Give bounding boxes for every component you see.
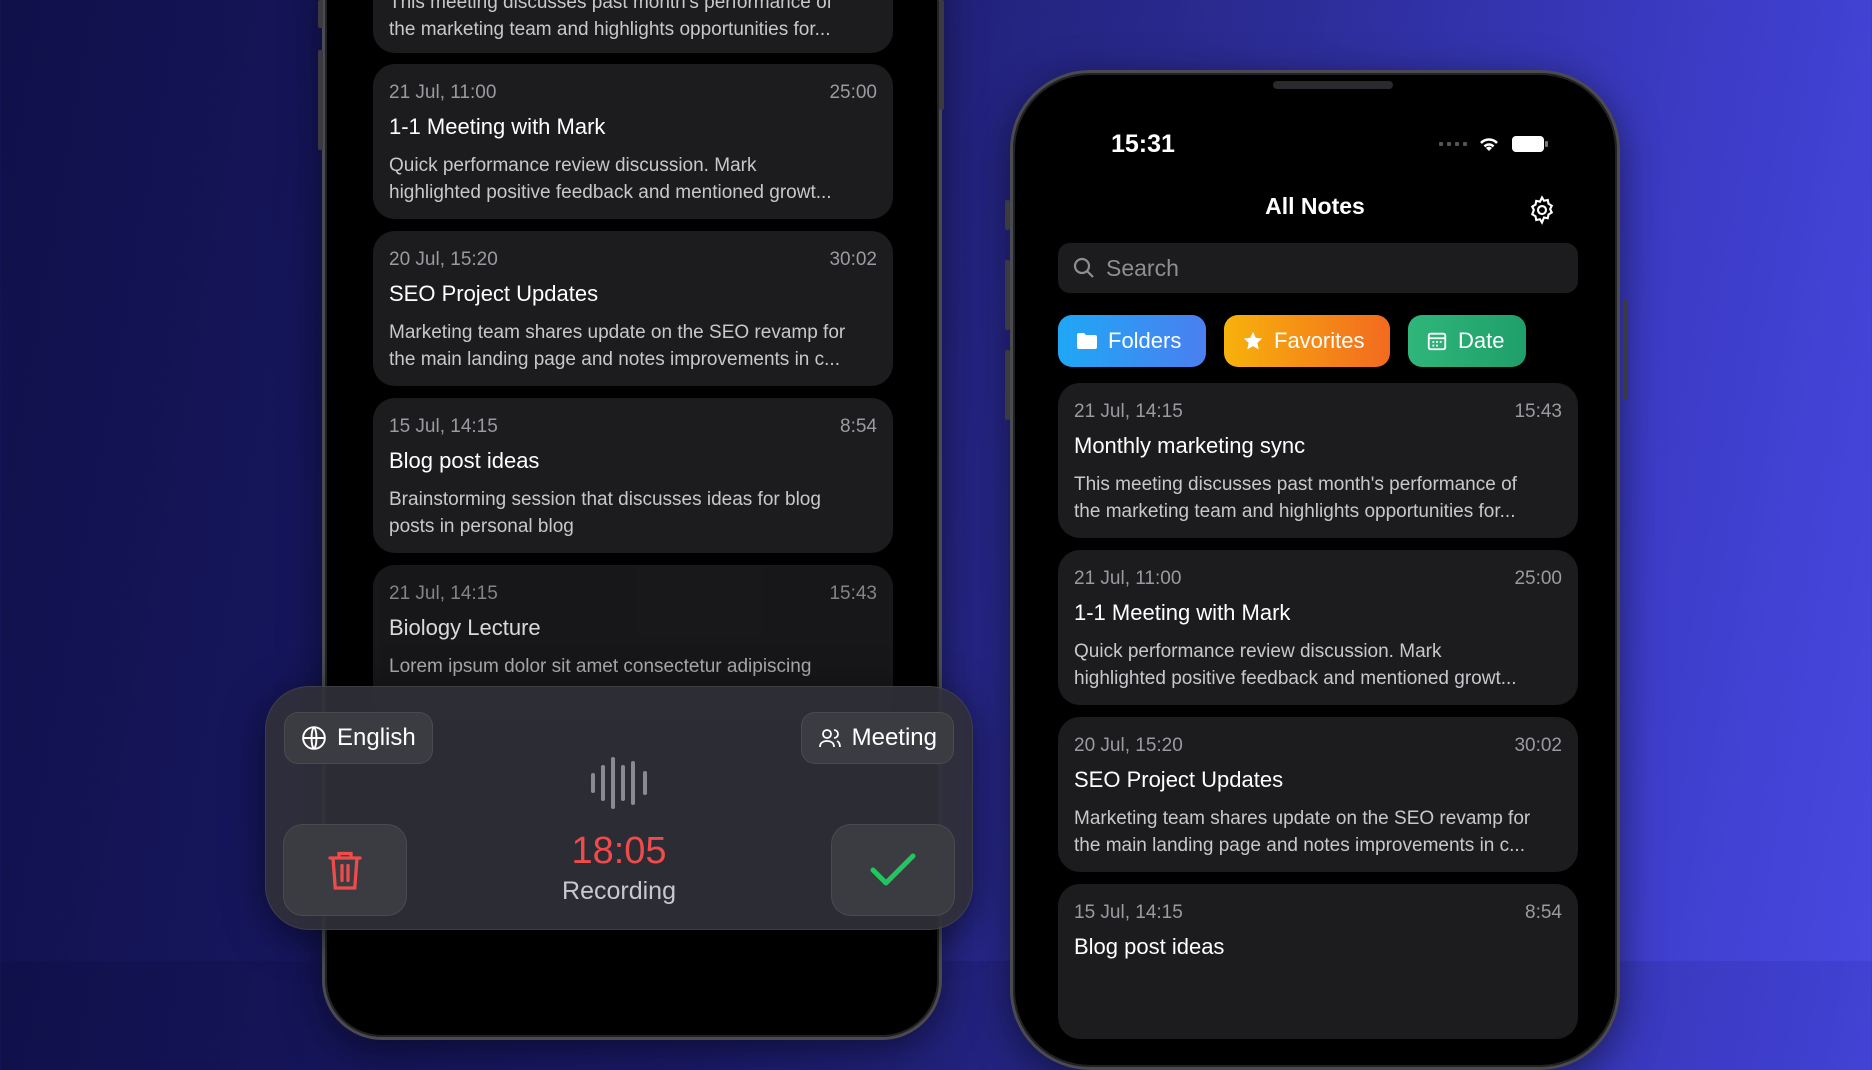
note-desc-line: Quick performance review discussion. Mar… [389, 155, 757, 176]
note-title: 1-1 Meeting with Mark [389, 114, 606, 139]
note-desc-line: This meeting discusses past month's perf… [1074, 474, 1517, 495]
globe-icon [302, 726, 326, 750]
chip-label: Date [1458, 328, 1505, 353]
users-icon [818, 729, 841, 748]
mode-label: Meeting [851, 724, 937, 751]
note-date: 15 Jul, 14:15 [1074, 902, 1183, 923]
note-desc-line: Marketing team shares update on the SEO … [1074, 808, 1531, 829]
note-desc-line: Marketing team shares update on the SEO … [389, 322, 846, 343]
note-desc-line: Quick performance review discussion. Mar… [1074, 641, 1442, 662]
checkmark-icon [870, 853, 916, 886]
note-desc-line: the marketing team and highlights opport… [1074, 501, 1516, 522]
note-title: Biology Lecture [389, 615, 541, 640]
list-item[interactable]: This meeting discusses past month's perf… [373, 0, 893, 53]
search-placeholder: Search [1106, 254, 1179, 281]
right-phone-frame: 15:31 All Notes Search Folders Favorites… [1010, 70, 1620, 1070]
note-title: Monthly marketing sync [1074, 433, 1306, 458]
note-duration: 15:43 [1514, 401, 1562, 422]
calendar-icon [1427, 332, 1447, 351]
note-title: Blog post ideas [389, 448, 540, 473]
note-desc-line: Lorem ipsum dolor sit amet consectetur a… [389, 656, 812, 677]
chip-label: Favorites [1274, 328, 1365, 353]
search-icon [1073, 257, 1094, 278]
wifi-icon [1480, 138, 1498, 151]
speaker-grille [1273, 81, 1393, 89]
note-desc-line: posts in personal blog [389, 516, 574, 537]
note-desc-line: This meeting discusses past month's perf… [389, 0, 832, 13]
star-icon [1243, 331, 1263, 350]
list-item[interactable]: 15 Jul, 14:15 8:54 Blog post ideas [1058, 884, 1578, 1039]
note-duration: 25:00 [829, 82, 877, 103]
gear-icon[interactable] [1527, 195, 1557, 225]
note-desc-line: the main landing page and notes improvem… [1074, 835, 1525, 856]
note-date: 21 Jul, 14:15 [389, 583, 498, 604]
note-date: 21 Jul, 11:00 [389, 82, 497, 103]
meeting-mode-button[interactable]: Meeting [800, 712, 954, 764]
favorites-chip[interactable]: Favorites [1224, 315, 1390, 367]
search-input[interactable]: Search [1058, 243, 1578, 293]
note-duration: 30:02 [1514, 735, 1562, 756]
note-title: 1-1 Meeting with Mark [1074, 600, 1291, 625]
chip-label: Folders [1108, 328, 1182, 353]
side-button [318, 0, 323, 28]
side-button [939, 0, 944, 110]
side-button [1005, 350, 1010, 420]
note-title: SEO Project Updates [1074, 767, 1284, 792]
list-item[interactable]: 20 Jul, 15:20 30:02 SEO Project Updates M… [1058, 717, 1578, 872]
list-item[interactable]: 21 Jul, 11:00 25:00 1-1 Meeting with Mark… [1058, 550, 1578, 705]
note-duration: 30:02 [829, 249, 877, 270]
note-duration: 25:00 [1514, 568, 1562, 589]
note-title: Blog post ideas [1074, 934, 1225, 959]
folders-chip[interactable]: Folders [1058, 315, 1206, 367]
note-duration: 8:54 [840, 416, 877, 437]
list-item[interactable]: 21 Jul, 14:15 15:43 Monthly marketing syn… [1058, 383, 1578, 538]
language-label: English [337, 724, 416, 751]
note-desc-line: the marketing team and highlights opport… [389, 19, 831, 40]
folder-icon [1077, 333, 1097, 349]
confirm-button[interactable] [831, 824, 955, 916]
note-date: 21 Jul, 14:15 [1074, 401, 1183, 422]
note-duration: 15:43 [829, 583, 877, 604]
status-time: 15:31 [1111, 130, 1175, 158]
list-item[interactable]: 15 Jul, 14:15 8:54 Blog post ideas Brains… [373, 398, 893, 553]
side-button [1005, 260, 1010, 330]
list-item[interactable]: 20 Jul, 15:20 30:02 SEO Project Updates M… [373, 231, 893, 386]
note-desc-line: highlighted positive feedback and mentio… [389, 182, 832, 203]
note-desc-line: Brainstorming session that discusses ide… [389, 489, 821, 510]
signal-icon [1439, 142, 1467, 146]
language-button[interactable]: English [284, 712, 433, 764]
side-button [318, 50, 323, 150]
list-item[interactable]: 21 Jul, 11:00 25:00 1-1 Meeting with Mark… [373, 64, 893, 219]
note-date: 15 Jul, 14:15 [389, 416, 498, 437]
note-desc-line: the main landing page and notes improvem… [389, 349, 840, 370]
side-button [1005, 200, 1010, 230]
date-chip[interactable]: Date [1408, 315, 1526, 367]
note-duration: 8:54 [1525, 902, 1562, 923]
waveform-icon [591, 757, 647, 809]
note-desc-line: highlighted positive feedback and mentio… [1074, 668, 1517, 689]
battery-icon [1512, 136, 1548, 152]
note-date: 21 Jul, 11:00 [1074, 568, 1182, 589]
side-button [1623, 300, 1628, 400]
recording-panel: English Meeting 18:05 Recording [265, 686, 973, 930]
note-title: SEO Project Updates [389, 281, 599, 306]
note-date: 20 Jul, 15:20 [1074, 735, 1183, 756]
note-date: 20 Jul, 15:20 [389, 249, 498, 270]
